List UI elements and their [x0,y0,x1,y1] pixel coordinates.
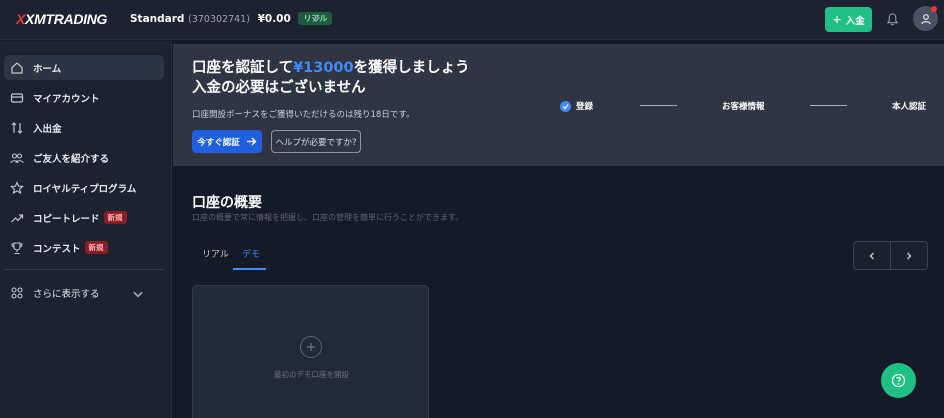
next-button[interactable] [891,242,927,269]
sidebar-item-refer-friends[interactable]: ご友人を紹介する [4,145,164,170]
star-icon [10,180,24,194]
notification-dot [931,6,937,12]
banner-title-line2: 入金の必要はございません [192,80,366,96]
step-connector [810,105,847,106]
chevron-left-icon [869,252,874,259]
sidebar-item-label: コピートレード [33,213,100,225]
verify-now-label: 今すぐ認証 [197,137,240,148]
sidebar-item-deposit-withdraw[interactable]: 入出金 [4,115,164,140]
account-number: (370302741) [188,14,250,25]
banner-title-suffix: を獲得しましょう [353,60,470,76]
step-label: お客様情報 [722,102,765,112]
page-title: 口座の概要 [192,195,262,211]
home-icon [11,61,23,74]
sidebar-item-label: ご友人を紹介する [33,153,110,165]
sidebar-item-label: マイアカウント [33,93,100,105]
sidebar-item-label: コンテスト [33,243,81,255]
check-icon [560,100,571,112]
step-label: 本人認証 [892,102,927,112]
add-icon [300,336,322,358]
chevron-down-icon[interactable] [310,13,322,25]
account-selector[interactable]: Standard (370302741) ¥0.00 リアル [130,12,333,25]
logo[interactable]: XXMTRADING [16,11,107,27]
verify-now-button[interactable]: 今すぐ認証 [192,130,262,153]
verification-banner: 口座を認証して¥13000を獲得しましょう 入金の必要はございません 口座開設ボ… [173,44,944,166]
tab-demo[interactable]: デモ [242,247,260,260]
transfer-arrows-icon [11,121,23,134]
sidebar-item-show-more[interactable]: さらに表示する [4,280,164,305]
step-connector [640,105,677,106]
sidebar-item-label: さらに表示する [33,288,100,300]
sidebar: ホーム マイアカウント 入出金 ご友人を紹介する ロイヤルティプログラム コピー… [0,41,172,418]
carousel-pager [853,241,928,270]
sidebar-divider [4,269,164,270]
step-identity-verification: 本人認証 [892,100,926,112]
chevron-down-icon [133,291,143,298]
sidebar-item-contest[interactable]: コンテスト 新規 [4,235,164,260]
bell-icon[interactable] [885,12,900,27]
banner-subtitle: 口座開設ボーナスをご獲得いただけるのは残り18日です。 [192,110,415,120]
sidebar-item-label: ロイヤルティプログラム [33,183,137,195]
page-description: 口座の概要で常に情報を把握し、口座の管理を簡単に行うことができます。 [192,213,464,222]
top-bar: XXMTRADING Standard (370302741) ¥0.00 リア… [0,0,944,40]
tab-real[interactable]: リアル [202,247,229,260]
open-demo-account-card[interactable]: 最初のデモ口座を開設 [192,285,429,418]
previous-button[interactable] [854,242,891,269]
new-badge: 新規 [103,211,127,224]
chevron-right-icon [907,252,912,259]
sidebar-item-label: ホーム [33,63,62,75]
sidebar-item-label: 入出金 [33,123,62,135]
deposit-label: 入金 [845,15,865,27]
help-button[interactable]: ヘルプが必要ですか? [271,130,361,153]
question-icon [891,373,906,388]
step-customer-info: お客様情報 [722,100,765,112]
card-label: 最初のデモ口座を開設 [274,370,349,379]
deposit-button[interactable]: + 入金 [825,7,872,32]
sidebar-item-my-account[interactable]: マイアカウント [4,85,164,110]
step-registration: 登録 [560,100,593,112]
sidebar-item-copy-trade[interactable]: コピートレード 新規 [4,205,164,230]
logo-text: XMTRADING [25,11,108,27]
user-icon [920,13,931,24]
grid-icon [11,286,23,299]
active-tab-indicator [233,268,266,270]
plus-icon: + [832,13,842,26]
arrow-right-icon [246,137,257,146]
banner-title-prefix: 口座を認証して [192,60,294,76]
sidebar-item-home[interactable]: ホーム [4,55,164,80]
account-type: Standard [130,13,185,25]
sidebar-item-loyalty-program[interactable]: ロイヤルティプログラム [4,175,164,200]
trophy-icon [11,241,23,254]
wallet-icon [10,92,24,103]
new-badge: 新規 [84,241,108,254]
friends-icon [10,152,24,163]
help-chat-button[interactable] [881,363,916,398]
banner-title: 口座を認証して¥13000を獲得しましょう 入金の必要はございません [192,58,470,98]
account-balance: ¥0.00 [257,13,291,25]
bonus-amount: ¥13000 [293,60,354,76]
trend-up-icon [11,213,24,222]
step-label: 登録 [576,102,594,112]
